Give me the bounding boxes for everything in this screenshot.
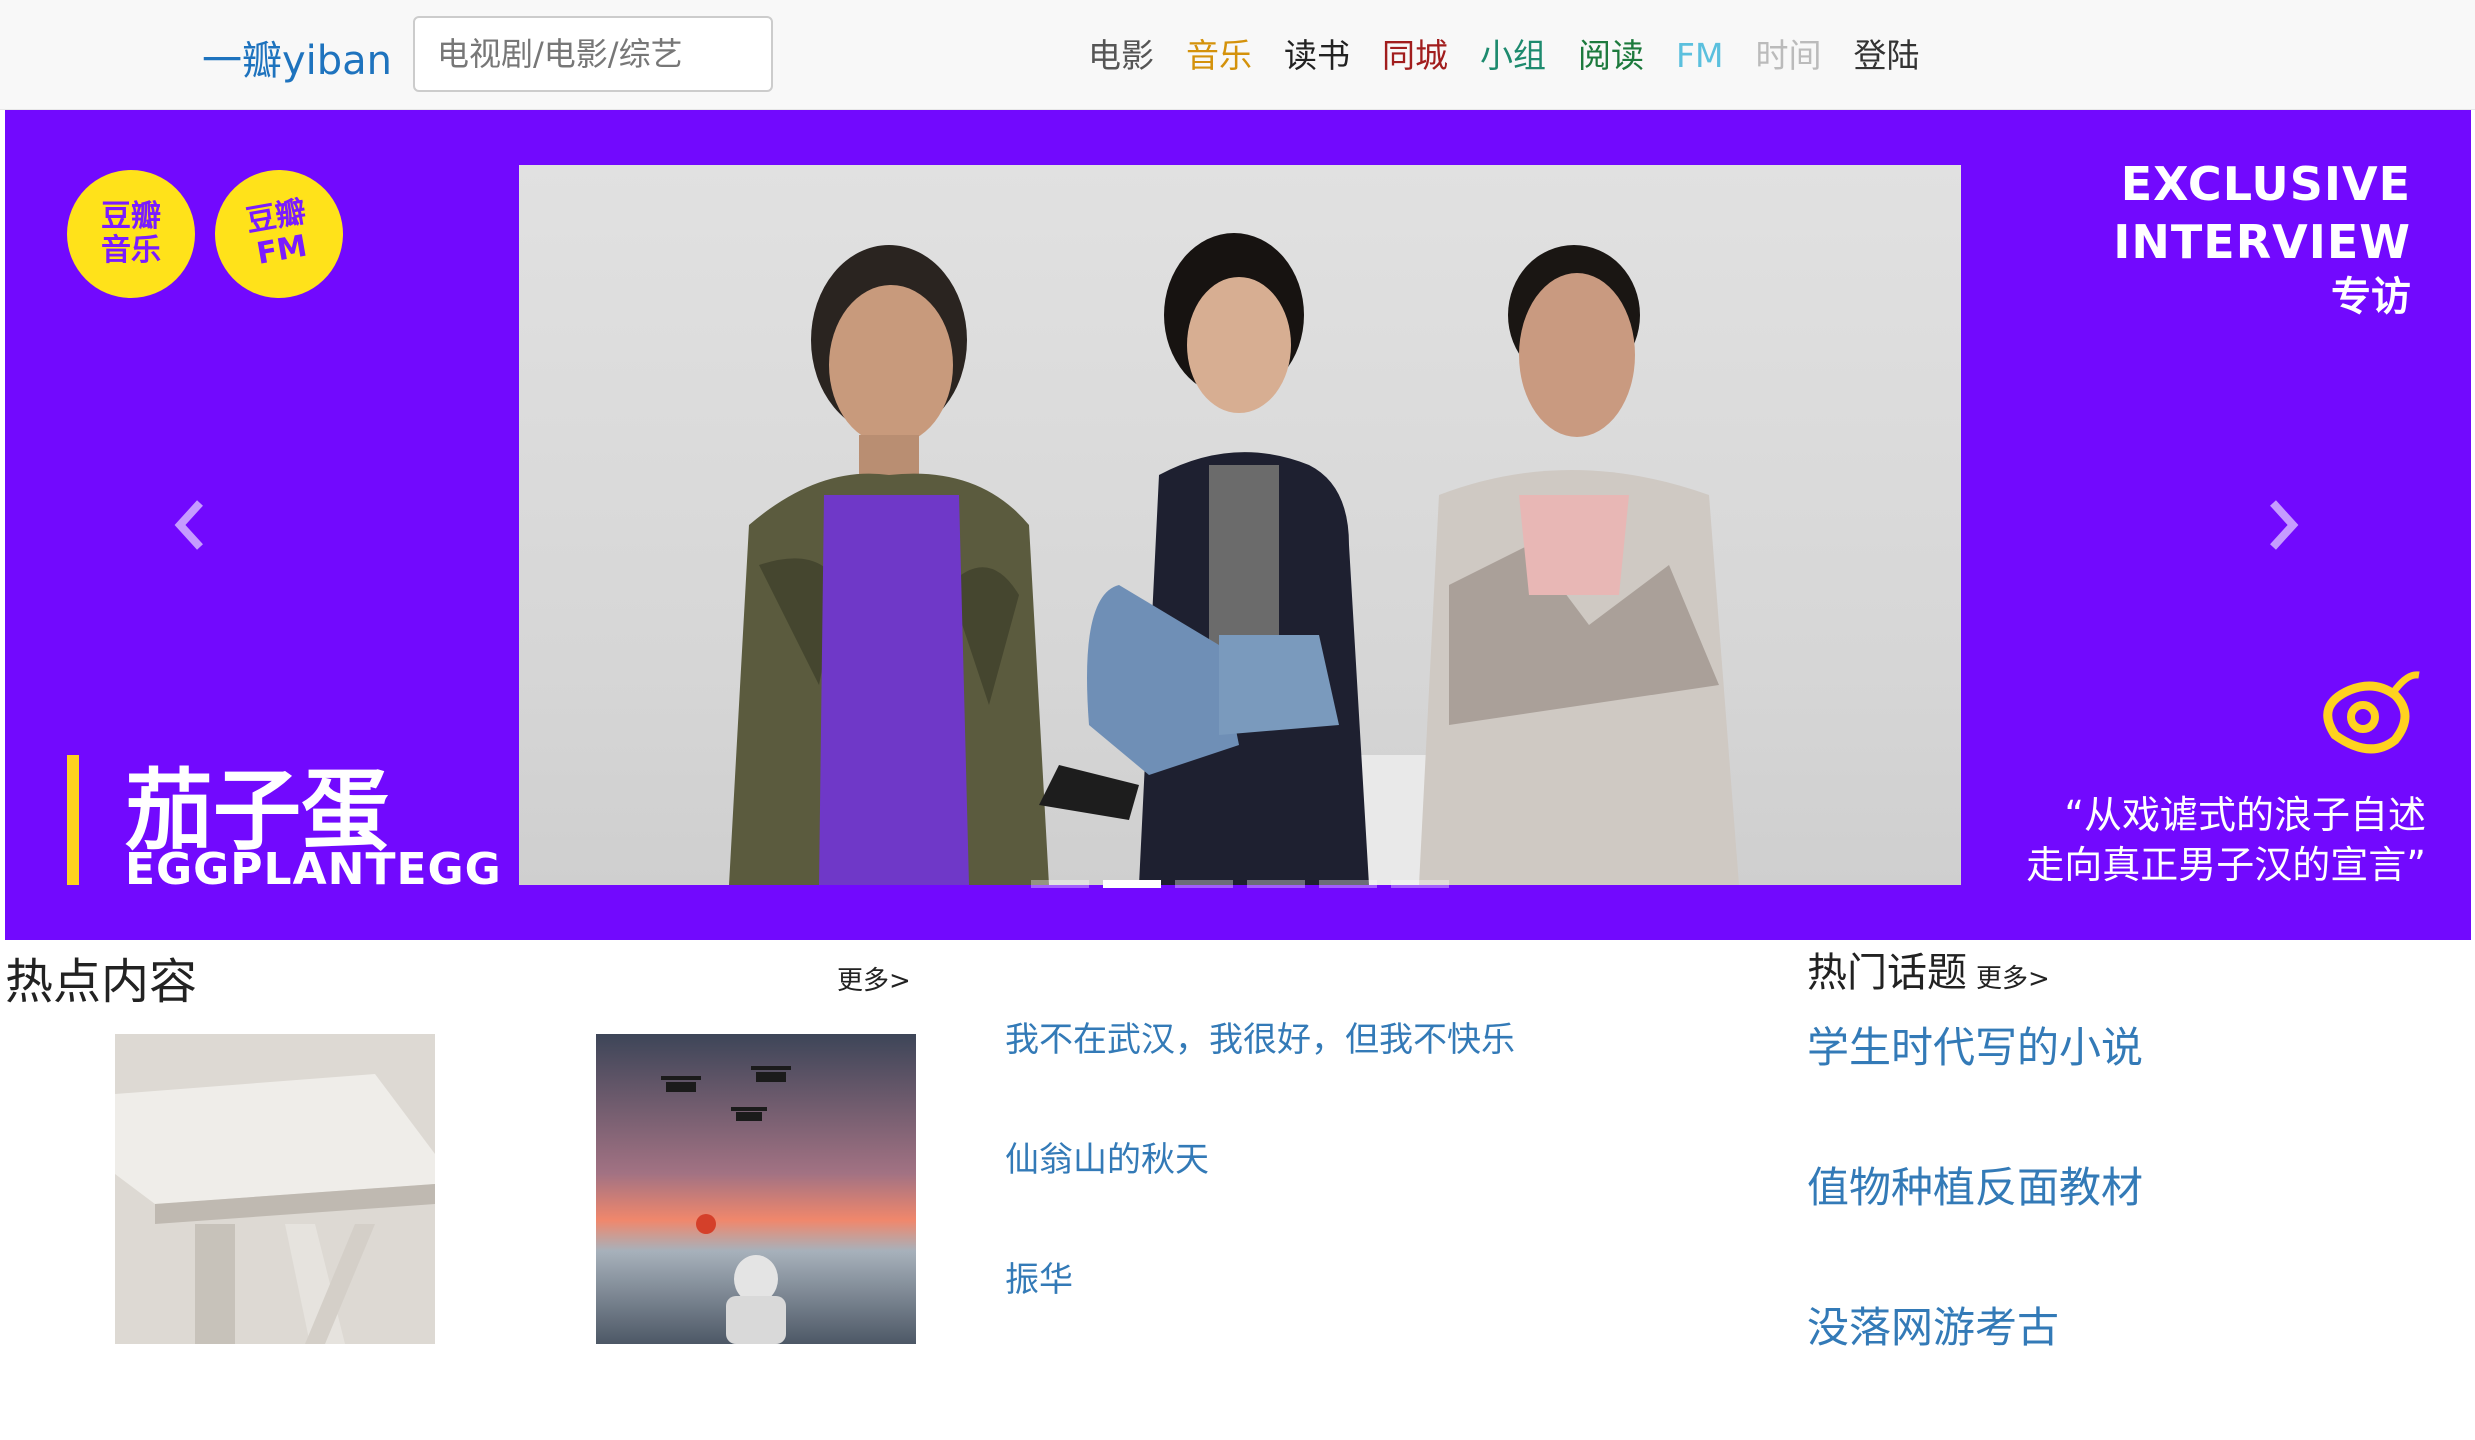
carousel-indicator-3[interactable] — [1247, 880, 1305, 888]
hot-more-link[interactable]: 更多> — [837, 960, 911, 997]
douban-fm-badge: 豆瓣 FM — [204, 159, 354, 309]
interview-zh-text: 专访 — [2331, 274, 2411, 320]
hot-topics-list: 学生时代写的小说 值物种植反面教材 没落网游考古 — [1807, 1020, 2143, 1440]
band-title-accent-bar — [67, 755, 79, 885]
quote-text: “从戏谑式的浪子自述 走向真正男子汉的宣言” — [2026, 790, 2426, 890]
hot-content-title: 热点内容 — [5, 954, 198, 1010]
hot-topics-title: 热门话题 — [1807, 950, 1967, 996]
hot-content-list: 我不在武汉，我很好，但我不快乐 仙翁山的秋天 振华 — [1005, 1015, 1515, 1375]
banner-carousel[interactable]: 豆瓣 音乐 豆瓣 FM EXCLUSIVE INTERVIEW 专访 茄子蛋 E… — [5, 110, 2471, 940]
search-input[interactable] — [413, 16, 773, 92]
chevron-right-icon — [2270, 500, 2299, 550]
chevron-left-icon — [174, 500, 203, 550]
nav-link-4[interactable]: 小组 — [1480, 32, 1546, 80]
interview-text: INTERVIEW — [2113, 215, 2411, 269]
topic-item-1[interactable]: 值物种植反面教材 — [1807, 1160, 2143, 1300]
topics-more-link[interactable]: 更多> — [1976, 958, 2050, 995]
nav-link-2[interactable]: 读书 — [1284, 32, 1350, 80]
hot-thumbnail-1-image — [115, 1034, 435, 1344]
hot-thumbnail-2[interactable] — [596, 1034, 916, 1344]
hot-item-0[interactable]: 我不在武汉，我很好，但我不快乐 — [1005, 1015, 1515, 1135]
nav-link-5[interactable]: 阅读 — [1578, 32, 1644, 80]
nav-link-1[interactable]: 音乐 — [1186, 32, 1252, 80]
brand-logo[interactable]: 一瓣yiban — [202, 28, 392, 86]
carousel-indicators — [1031, 880, 1449, 888]
quote-line-2: 走向真正男子汉的宣言” — [2026, 843, 2426, 887]
douban-music-badge-text: 豆瓣 音乐 — [101, 199, 161, 268]
hot-item-1[interactable]: 仙翁山的秋天 — [1005, 1135, 1515, 1255]
nav-link-0[interactable]: 电影 — [1088, 32, 1154, 80]
top-navbar: 一瓣yiban 电影音乐读书同城小组阅读 FM 时间登陆 — [0, 0, 2475, 110]
band-photo-illustration — [729, 233, 1739, 885]
band-name-en: EGGPLANTEGG — [125, 844, 502, 895]
quote-line-1: “从戏谑式的浪子自述 — [2064, 793, 2426, 837]
exclusive-interview-label: EXCLUSIVE INTERVIEW 专访 — [2113, 155, 2411, 323]
douban-music-badge: 豆瓣 音乐 — [67, 170, 195, 298]
nav-link-6[interactable]: FM — [1676, 32, 1723, 80]
band-photo — [519, 165, 1961, 885]
nav-link-3[interactable]: 同城 — [1382, 32, 1448, 80]
hot-thumbnail-2-image — [596, 1034, 916, 1344]
carousel-indicator-1[interactable] — [1103, 880, 1161, 888]
carousel-prev-button[interactable] — [170, 495, 210, 566]
carousel-indicator-0[interactable] — [1031, 880, 1089, 888]
nav-links: 电影 音乐 读书 同城 小组 阅读 FM 时间 登陆 — [1088, 32, 1951, 80]
nav-link-8[interactable]: 登陆 — [1853, 32, 1919, 80]
eggplant-icon — [2323, 671, 2420, 754]
carousel-indicator-4[interactable] — [1319, 880, 1377, 888]
topic-item-2[interactable]: 没落网游考古 — [1807, 1300, 2143, 1440]
hot-thumbnail-1[interactable] — [115, 1034, 435, 1344]
carousel-indicator-2[interactable] — [1175, 880, 1233, 888]
hot-item-2[interactable]: 振华 — [1005, 1255, 1515, 1375]
douban-fm-badge-text: 豆瓣 FM — [243, 194, 310, 272]
carousel-next-button[interactable] — [2263, 495, 2303, 566]
exclusive-text: EXCLUSIVE — [2120, 157, 2411, 211]
carousel-indicator-5[interactable] — [1391, 880, 1449, 888]
topic-item-0[interactable]: 学生时代写的小说 — [1807, 1020, 2143, 1160]
nav-link-7[interactable]: 时间 — [1755, 32, 1821, 80]
